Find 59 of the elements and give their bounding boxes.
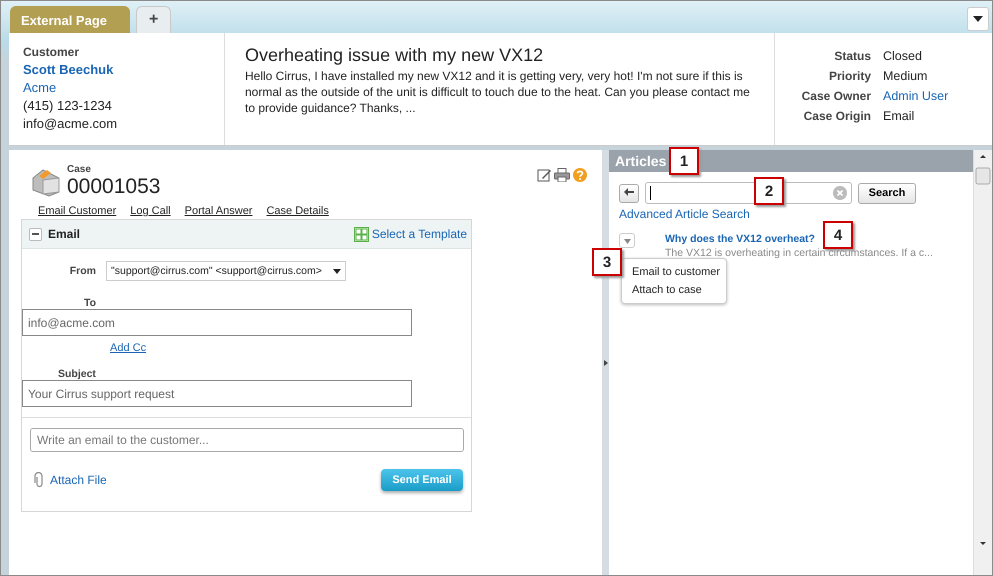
case-label: Case [67, 164, 92, 175]
field-value: Medium [883, 69, 928, 83]
to-label: To [84, 297, 96, 309]
case-action-link[interactable]: Case Details [266, 205, 329, 217]
field-value-link[interactable]: Admin User [883, 89, 992, 103]
case-description: Hello Cirrus, I have installed my new VX12 and it is getting very, very hot! I'm not sure if this is normal as the outside of the unit is difficult to touch due to the heat. Can you please contact me to provide guidance? Thanks, ... [245, 68, 751, 116]
to-field[interactable]: info@acme.com [22, 309, 412, 336]
field-label: Priority [828, 69, 871, 83]
scrollbar[interactable] [973, 150, 992, 575]
customer-email: info@acme.com [23, 116, 118, 131]
field-value: Email [883, 109, 916, 123]
case-action-link[interactable]: Email Customer [38, 205, 116, 217]
field-value: Closed [883, 49, 923, 63]
dropdown-button[interactable] [967, 7, 989, 31]
advanced-search-link[interactable]: Advanced Article Search [619, 207, 750, 221]
from-label: From [68, 265, 96, 277]
menu-item[interactable]: Attach to case [622, 281, 726, 299]
from-select[interactable]: "support@cirrus.com" <support@cirrus.com> [106, 261, 346, 281]
customer-phone: (415) 123-1234 [23, 98, 113, 113]
callout-number: 1 [669, 147, 699, 175]
caret-icon [973, 16, 983, 22]
edit-icon[interactable] [537, 168, 551, 182]
print-icon[interactable] [554, 168, 570, 182]
attach-file-link[interactable]: Attach File [50, 473, 107, 487]
subject-label: Subject [58, 368, 96, 380]
caret-icon [624, 238, 630, 244]
callout-number: 3 [592, 248, 622, 276]
article-title-link[interactable]: Why does the VX12 overheat? [665, 233, 815, 245]
customer-name-link[interactable]: Scott Beechuk [23, 62, 210, 77]
email-body-field[interactable]: Write an email to the customer... [30, 428, 464, 452]
section-title: Email [48, 227, 80, 241]
case-action-link[interactable]: Log Call [130, 205, 171, 217]
field-label: Case Owner [800, 89, 871, 103]
collapse-arrow-icon[interactable] [604, 360, 608, 366]
case-subject: Overheating issue with my new VX12 [245, 45, 544, 66]
search-button[interactable]: Search [858, 182, 916, 204]
case-action-link[interactable]: Portal Answer [184, 205, 252, 217]
callout-number: 4 [823, 221, 853, 249]
case-number: 00001053 [67, 175, 160, 199]
field-label: Case Origin [802, 109, 871, 123]
back-arrow-icon [624, 188, 634, 196]
tab[interactable]: + [136, 6, 172, 33]
company-link[interactable]: Acme [23, 80, 210, 95]
callout-number: 2 [754, 177, 784, 205]
template-icon[interactable] [354, 226, 369, 242]
paperclip-icon[interactable] [34, 472, 44, 488]
collapse-button[interactable] [29, 228, 42, 240]
back-button[interactable] [619, 184, 639, 202]
subject-field[interactable]: Your Cirrus support request [22, 380, 412, 407]
add-cc-link[interactable]: Add Cc [110, 342, 146, 354]
article-menu-button[interactable] [619, 233, 635, 248]
minus-icon [32, 233, 39, 235]
caret-icon [333, 268, 341, 274]
field-label: Status [833, 49, 871, 63]
template-link[interactable]: Select a Template [372, 227, 467, 241]
customer-heading: Customer [23, 45, 80, 59]
article-summary: The VX12 is overheating in certain circumstances. If a c... [665, 247, 933, 259]
articles-title: Articles [615, 153, 666, 169]
menu-item[interactable]: Email to customer [622, 263, 726, 281]
